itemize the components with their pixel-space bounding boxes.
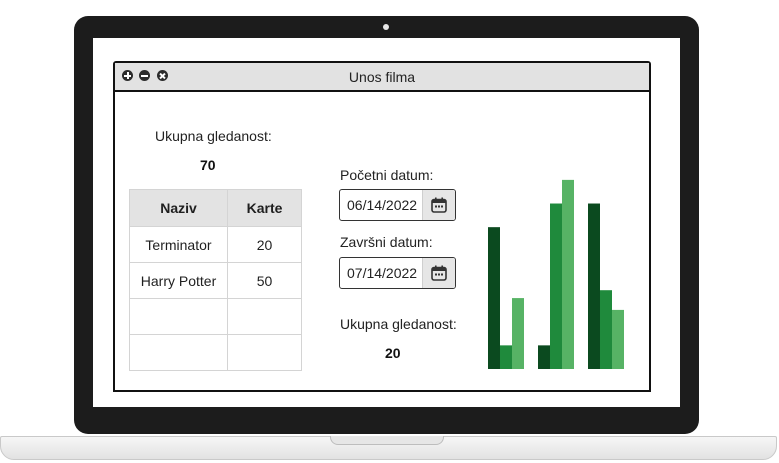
start-date-calendar-button[interactable] bbox=[422, 190, 455, 220]
table-row[interactable] bbox=[129, 334, 302, 371]
filtered-total-value: 20 bbox=[385, 345, 401, 361]
total-views-label: Ukupna gledanost: bbox=[155, 128, 272, 144]
chart-bar bbox=[488, 227, 500, 369]
chart-bar bbox=[512, 298, 524, 369]
start-date-field[interactable] bbox=[339, 189, 456, 221]
cell-name[interactable]: Terminator bbox=[129, 226, 228, 263]
title-bar: Unos filma bbox=[115, 63, 649, 92]
laptop-notch bbox=[330, 436, 444, 445]
chart-bar bbox=[562, 179, 574, 369]
cell-tickets[interactable] bbox=[227, 298, 302, 335]
chart-bar bbox=[600, 290, 612, 369]
column-header-name[interactable]: Naziv bbox=[129, 189, 228, 227]
start-date-label: Početni datum: bbox=[340, 167, 434, 183]
chart-bar bbox=[612, 309, 624, 369]
end-date-field[interactable] bbox=[339, 257, 456, 289]
filtered-total-label: Ukupna gledanost: bbox=[340, 316, 457, 332]
chart-bar bbox=[538, 345, 550, 369]
chart-bar bbox=[588, 203, 600, 369]
column-header-tickets[interactable]: Karte bbox=[227, 189, 302, 227]
films-table: Naziv Karte Terminator 20 Harry Potter 5… bbox=[129, 189, 302, 371]
window-title: Unos filma bbox=[348, 69, 416, 85]
end-date-input[interactable] bbox=[340, 258, 431, 288]
bar-chart bbox=[488, 179, 624, 369]
cell-name[interactable] bbox=[129, 334, 228, 371]
cell-tickets[interactable]: 50 bbox=[227, 262, 302, 299]
calendar-icon bbox=[431, 265, 447, 281]
table-header-row: Naziv Karte bbox=[129, 189, 302, 227]
table-row[interactable] bbox=[129, 298, 302, 335]
cell-tickets[interactable]: 20 bbox=[227, 226, 302, 263]
table-row[interactable]: Terminator 20 bbox=[129, 226, 302, 263]
camera-icon bbox=[383, 24, 389, 30]
cell-name[interactable]: Harry Potter bbox=[129, 262, 228, 299]
cell-tickets[interactable] bbox=[227, 334, 302, 371]
chart-bar bbox=[500, 345, 512, 369]
end-date-calendar-button[interactable] bbox=[422, 258, 455, 288]
chart-bar bbox=[550, 203, 562, 369]
cell-name[interactable] bbox=[129, 298, 228, 335]
start-date-input[interactable] bbox=[340, 190, 431, 220]
calendar-icon bbox=[431, 197, 447, 213]
table-row[interactable]: Harry Potter 50 bbox=[129, 262, 302, 299]
total-views-value: 70 bbox=[200, 157, 216, 173]
end-date-label: Završni datum: bbox=[340, 234, 433, 250]
